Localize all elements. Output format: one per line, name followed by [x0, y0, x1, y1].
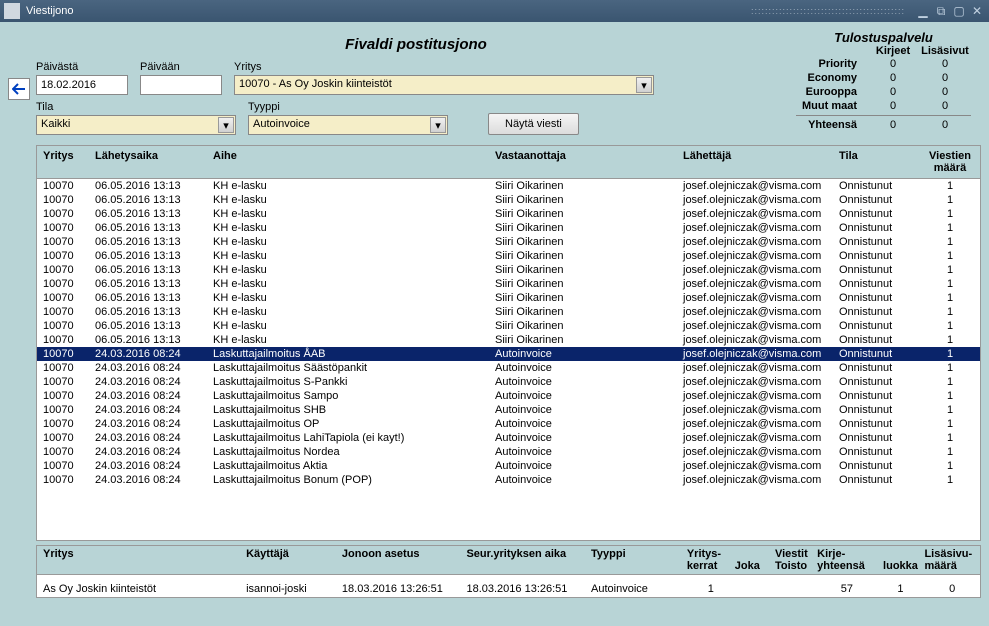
sh-yritys: Yritys [37, 548, 246, 572]
table-row[interactable]: 1007024.03.2016 08:24Laskuttajailmoitus … [37, 459, 980, 473]
sh-kerrat: Yritys-kerrat [687, 548, 735, 572]
sr-luokka: 1 [877, 583, 925, 595]
table-row[interactable]: 1007006.05.2016 13:13KH e-laskuSiiri Oik… [37, 235, 980, 249]
table-row[interactable]: 1007006.05.2016 13:13KH e-laskuSiiri Oik… [37, 305, 980, 319]
tyyppi-select[interactable]: Autoinvoice ▾ [248, 115, 448, 135]
col-lahetysaika[interactable]: Lähetysaika [95, 150, 213, 174]
summary-header: Yritys Käyttäjä Jonoon asetus Seur.yrity… [36, 545, 981, 574]
back-button[interactable] [8, 78, 30, 100]
dropdown-icon[interactable]: ▾ [430, 117, 446, 133]
paivasta-input[interactable] [36, 75, 128, 95]
maximize-icon[interactable]: ▢ [951, 4, 967, 18]
sh-yhteensa: Kirje-yhteensä [817, 548, 876, 572]
col-viestien-maara[interactable]: Viestien määrä [925, 150, 975, 174]
app-icon [4, 3, 20, 19]
tila-value: Kaikki [41, 118, 70, 130]
table-row[interactable]: 1007006.05.2016 13:13KH e-laskuSiiri Oik… [37, 291, 980, 305]
back-arrow-icon [12, 83, 26, 95]
stats-row: Economy00 [796, 71, 971, 85]
page-title: Fivaldi postitusjono [36, 30, 796, 59]
yritys-value: 10070 - As Oy Joskin kiinteistöt [239, 78, 392, 90]
sr-yritys: As Oy Joskin kiinteistöt [37, 583, 246, 595]
tila-select[interactable]: Kaikki ▾ [36, 115, 236, 135]
sh-joka: Joka [735, 548, 775, 572]
table-row[interactable]: 1007024.03.2016 08:24Laskuttajailmoitus … [37, 389, 980, 403]
sr-kerrat: 1 [687, 583, 735, 595]
sh-lisasivu: Lisäsivu-määrä [924, 548, 980, 572]
table-row[interactable]: 1007006.05.2016 13:13KH e-laskuSiiri Oik… [37, 179, 980, 193]
summary-row[interactable]: As Oy Joskin kiinteistöt isannoi-joski 1… [36, 574, 981, 598]
sh-kayttaja: Käyttäjä [246, 548, 342, 572]
table-row[interactable]: 1007006.05.2016 13:13KH e-laskuSiiri Oik… [37, 277, 980, 291]
sh-seur: Seur.yrityksen aika [466, 548, 591, 572]
yritys-label: Yritys [234, 61, 654, 73]
col-aihe[interactable]: Aihe [213, 150, 495, 174]
col-lahettaja[interactable]: Lähettäjä [683, 150, 839, 174]
sh-tyyppi: Tyyppi [591, 548, 687, 572]
yritys-select[interactable]: 10070 - As Oy Joskin kiinteistöt ▾ [234, 75, 654, 95]
col-tila[interactable]: Tila [839, 150, 925, 174]
window-title: Viestijono [26, 5, 751, 17]
sh-toisto: ViestitToisto [775, 548, 817, 572]
stats-col-lisasivut: Lisäsivut [919, 45, 971, 57]
table-row[interactable]: 1007024.03.2016 08:24Laskuttajailmoitus … [37, 347, 980, 361]
grid-body[interactable]: 1007006.05.2016 13:13KH e-laskuSiiri Oik… [37, 179, 980, 540]
table-row[interactable]: 1007006.05.2016 13:13KH e-laskuSiiri Oik… [37, 263, 980, 277]
sr-tyyppi: Autoinvoice [591, 583, 687, 595]
sr-jonoon: 18.03.2016 13:26:51 [342, 583, 467, 595]
close-icon[interactable]: ✕ [969, 4, 985, 18]
window-titlebar: Viestijono :::::::::::::::::::::::::::::… [0, 0, 989, 22]
sr-yhteensa: 57 [817, 583, 876, 595]
restore-icon[interactable]: ⧉ [933, 4, 949, 18]
messages-grid: Yritys Lähetysaika Aihe Vastaanottaja Lä… [36, 145, 981, 541]
sr-seur: 18.03.2016 13:26:51 [466, 583, 591, 595]
minimize-icon[interactable]: ▁ [915, 4, 931, 18]
table-row[interactable]: 1007024.03.2016 08:24Laskuttajailmoitus … [37, 361, 980, 375]
col-yritys[interactable]: Yritys [37, 150, 95, 174]
table-row[interactable]: 1007006.05.2016 13:13KH e-laskuSiiri Oik… [37, 333, 980, 347]
tyyppi-label: Tyyppi [248, 101, 448, 113]
table-row[interactable]: 1007024.03.2016 08:24Laskuttajailmoitus … [37, 417, 980, 431]
stats-row: Priority00 [796, 57, 971, 71]
table-row[interactable]: 1007006.05.2016 13:13KH e-laskuSiiri Oik… [37, 193, 980, 207]
sh-jonoon: Jonoon asetus [342, 548, 467, 572]
paivaan-label: Päivään [140, 61, 222, 73]
stats-row: Eurooppa00 [796, 85, 971, 99]
stats-row: Muut maat00 [796, 99, 971, 113]
stats-title: Tulostuspalvelu [796, 30, 971, 45]
sr-lisasivu: 0 [924, 583, 980, 595]
table-row[interactable]: 1007024.03.2016 08:24Laskuttajailmoitus … [37, 375, 980, 389]
table-row[interactable]: 1007006.05.2016 13:13KH e-laskuSiiri Oik… [37, 221, 980, 235]
col-vastaanottaja[interactable]: Vastaanottaja [495, 150, 683, 174]
tila-label: Tila [36, 101, 236, 113]
nayta-viesti-button[interactable]: Näytä viesti [488, 113, 579, 135]
paivasta-label: Päivästä [36, 61, 128, 73]
tyyppi-value: Autoinvoice [253, 118, 310, 130]
stats-panel: Tulostuspalvelu Kirjeet Lisäsivut Priori… [796, 30, 971, 132]
stats-col-kirjeet: Kirjeet [867, 45, 919, 57]
paivaan-input[interactable] [140, 75, 222, 95]
sr-kayttaja: isannoi-joski [246, 583, 342, 595]
table-row[interactable]: 1007024.03.2016 08:24Laskuttajailmoitus … [37, 473, 980, 487]
table-row[interactable]: 1007024.03.2016 08:24Laskuttajailmoitus … [37, 431, 980, 445]
sh-luokka: luokka [877, 548, 925, 572]
table-row[interactable]: 1007024.03.2016 08:24Laskuttajailmoitus … [37, 445, 980, 459]
dropdown-icon[interactable]: ▾ [218, 117, 234, 133]
titlebar-grip: ::::::::::::::::::::::::::::::::::::::::… [751, 6, 905, 16]
table-row[interactable]: 1007024.03.2016 08:24Laskuttajailmoitus … [37, 403, 980, 417]
sr-toisto [775, 583, 817, 595]
stats-row: Yhteensä00 [796, 118, 971, 132]
grid-header: Yritys Lähetysaika Aihe Vastaanottaja Lä… [37, 146, 980, 179]
dropdown-icon[interactable]: ▾ [636, 77, 652, 93]
sr-joka [735, 583, 775, 595]
table-row[interactable]: 1007006.05.2016 13:13KH e-laskuSiiri Oik… [37, 207, 980, 221]
table-row[interactable]: 1007006.05.2016 13:13KH e-laskuSiiri Oik… [37, 319, 980, 333]
table-row[interactable]: 1007006.05.2016 13:13KH e-laskuSiiri Oik… [37, 249, 980, 263]
